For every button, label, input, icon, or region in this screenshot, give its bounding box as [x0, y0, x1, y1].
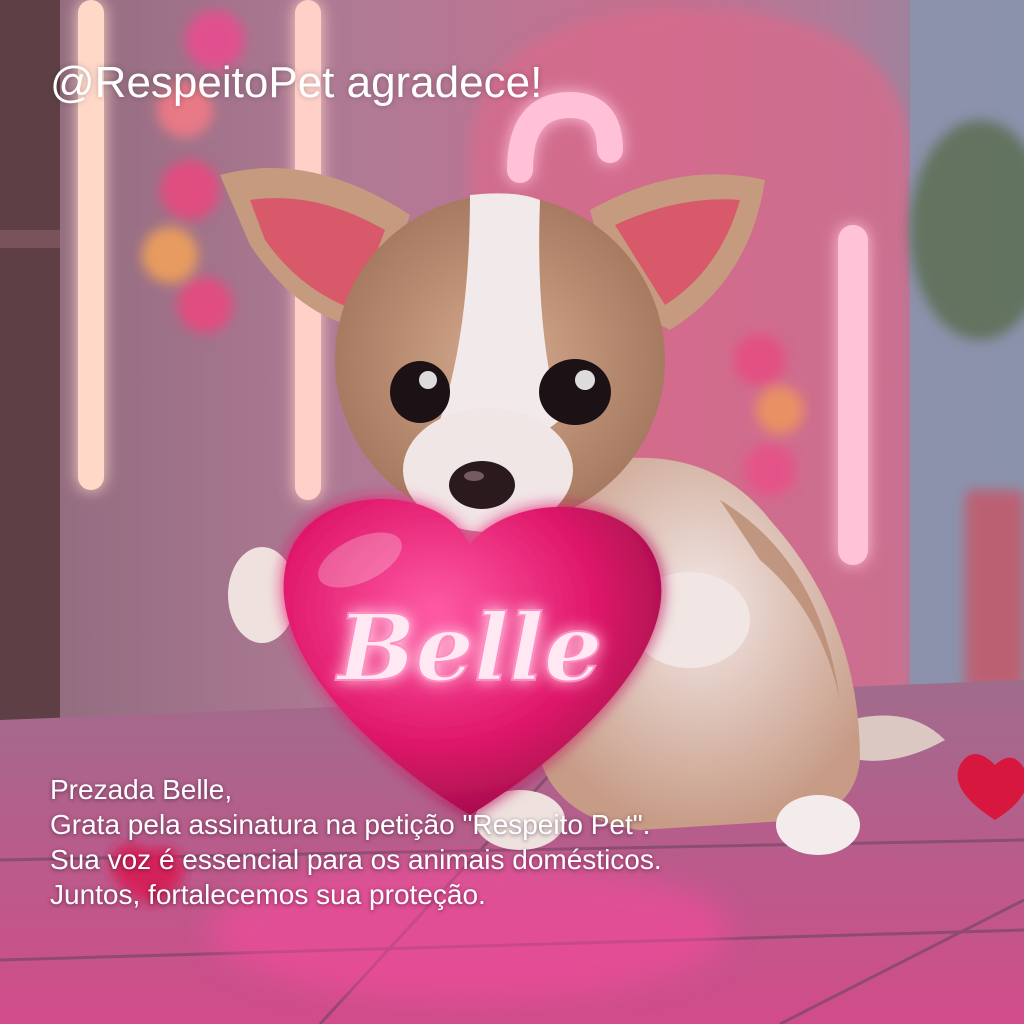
message-greeting: Prezada Belle, [50, 774, 233, 805]
thank-you-card: Belle @RespeitoPet agradece! Prezada Bel… [0, 0, 1024, 1024]
page-title: @RespeitoPet agradece! [50, 58, 543, 107]
message-line-2: Sua voz é essencial para os animais domé… [50, 844, 662, 875]
heart-name-text: Belle [335, 594, 603, 702]
thank-you-message: Prezada Belle, Grata pela assinatura na … [50, 772, 950, 912]
message-line-1: Grata pela assinatura na petição "Respei… [50, 809, 651, 840]
message-line-3: Juntos, fortalecemos sua proteção. [50, 879, 486, 910]
